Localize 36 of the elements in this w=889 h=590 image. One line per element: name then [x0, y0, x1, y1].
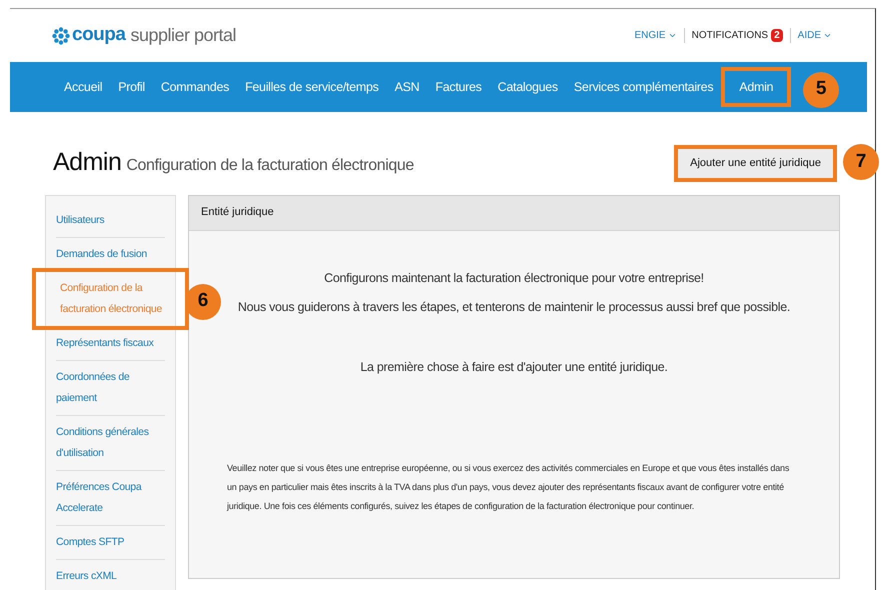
sidebar-item[interactable]: Coordonnées de paiement — [56, 360, 165, 414]
notifications-link[interactable]: NOTIFICATIONS — [692, 28, 768, 43]
sidebar-item[interactable]: Utilisateurs — [56, 204, 165, 236]
menu-link[interactable]: ENGIE — [634, 28, 677, 43]
step-number-badge: 5 — [803, 72, 840, 108]
logo-icon — [52, 26, 70, 44]
nav-tab[interactable]: Services complémentaires — [566, 66, 722, 108]
chevron-down-icon — [823, 31, 832, 40]
sidebar-item[interactable]: Erreurs cXML — [56, 560, 165, 590]
first-step-text: La première chose à faire est d'ajouter une entité juridique. — [359, 359, 669, 376]
nav-tab[interactable]: Factures — [427, 66, 490, 108]
nav-tab[interactable]: Feuilles de service/temps — [237, 66, 387, 108]
sidebar-item[interactable]: Demandes de fusion — [56, 238, 165, 270]
product-name: supplier portal — [130, 24, 236, 47]
note-text: Veuillez noter que si vous êtes une entreprise européenne, ou si vous exercez des activités commerciales en Europe et que vous êtes installés dans un pays en particulier mais êtes inscrits à la TVA dans plus d'un pays, vous devez ajouter des représentants fiscaux avant de configurer votre entité juridique. Une fois ces éléments configurés, suivez les étapes de configuration de la facturation électronique pour continuer. — [227, 462, 790, 513]
brand-name: coupa — [72, 23, 126, 48]
intro-text: Nous vous guiderons à travers les étapes, et tenterons de maintenir le processus aussi bref que possible. — [238, 299, 790, 316]
nav-tab[interactable]: Profil — [110, 66, 153, 108]
nav-tab[interactable]: Admin — [721, 66, 792, 108]
step-number-badge: 7 — [843, 144, 879, 180]
nav-tab[interactable]: ASN — [386, 66, 428, 108]
intro-text: Configurons maintenant la facturation électronique pour votre entreprise! — [324, 270, 704, 287]
sidebar-item[interactable]: Représentants fiscaux — [56, 326, 165, 360]
sidebar-item[interactable]: Préférences Coupa Accelerate — [56, 470, 165, 524]
page-subtitle: Configuration de la facturation électronique — [126, 156, 414, 176]
panel-header: Entité juridique — [189, 196, 839, 230]
page-title: Admin — [53, 147, 122, 178]
add-legal-entity-button[interactable]: Ajouter une entité juridique — [674, 145, 837, 182]
chevron-down-icon — [668, 31, 677, 40]
nav-tab[interactable]: Accueil — [56, 66, 110, 108]
sidebar-item[interactable]: Conditions générales d'utilisation — [56, 416, 165, 470]
notification-count: 2 — [771, 29, 783, 42]
menu-link[interactable]: AIDE — [798, 28, 832, 43]
sidebar-item[interactable]: Comptes SFTP — [56, 526, 165, 558]
nav-tab[interactable]: Commandes — [152, 66, 238, 108]
nav-tab[interactable]: Catalogues — [490, 66, 566, 108]
